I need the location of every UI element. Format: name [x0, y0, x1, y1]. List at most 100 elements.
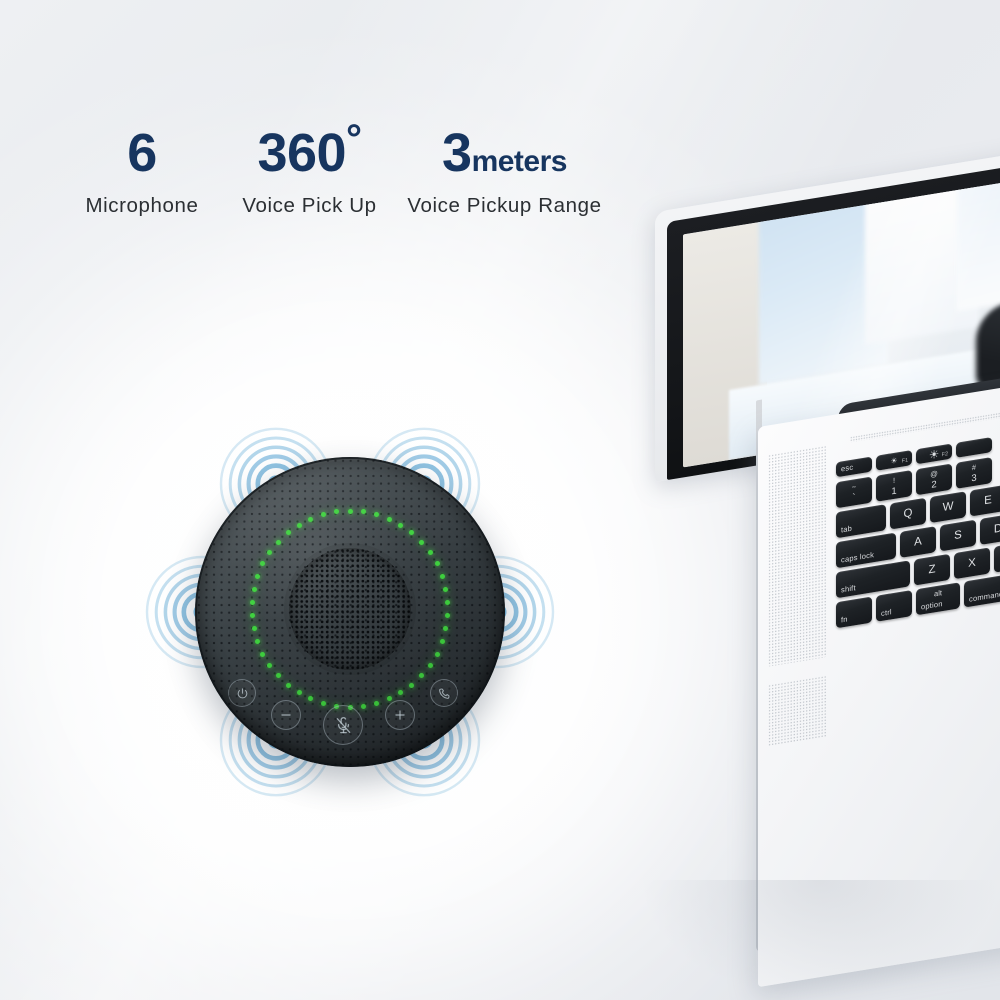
power-icon: [237, 687, 247, 698]
speakerphone-device[interactable]: [195, 457, 505, 767]
spec-label: Voice Pick Up: [242, 194, 377, 217]
key-[interactable]: ~ `: [836, 476, 872, 509]
key-legend: W: [942, 500, 954, 515]
led-dot: [373, 700, 379, 706]
spec-microphone-count: 6 Microphone: [62, 126, 222, 218]
led-dot: [398, 522, 404, 528]
key-w[interactable]: W: [930, 491, 966, 524]
led-dot: [439, 573, 445, 579]
led-dot: [409, 682, 415, 688]
led-dot: [260, 651, 266, 657]
key-d[interactable]: D: [980, 513, 1000, 545]
key-function-label: F1: [901, 457, 908, 465]
key-a[interactable]: A: [900, 526, 936, 558]
product-feature-image: 6 Microphone 360° Voice Pick Up 3meters …: [0, 0, 1000, 1000]
spec-number: 3: [442, 123, 472, 183]
led-dot: [275, 539, 281, 545]
led-dot: [445, 613, 451, 619]
key-legend: Z: [928, 563, 936, 577]
power-button[interactable]: [228, 679, 256, 707]
minus-icon: [281, 714, 291, 716]
key-1[interactable]: ! 1: [876, 469, 912, 502]
led-dot: [373, 512, 379, 518]
led-dot: [321, 700, 327, 706]
led-dot: [308, 516, 314, 522]
key-legend: S: [954, 528, 962, 543]
key-legend: D: [993, 522, 1000, 536]
device-body: [195, 457, 505, 767]
key-3[interactable]: #3: [956, 457, 992, 489]
led-dot: [321, 512, 327, 518]
led-dot: [255, 573, 261, 579]
led-dot: [308, 696, 314, 702]
key-e[interactable]: E: [970, 484, 1000, 517]
spec-unit: meters: [471, 145, 568, 178]
key-legend: option: [921, 599, 943, 612]
led-dot: [445, 599, 451, 605]
key-legend: ctrl: [881, 607, 892, 619]
key-z[interactable]: Z: [914, 553, 950, 586]
led-dot: [251, 626, 257, 632]
led-dot: [386, 696, 392, 702]
led-dot: [267, 549, 273, 555]
spec-value: 6: [62, 126, 222, 180]
led-dot: [443, 626, 449, 632]
key-legend: fn: [841, 614, 848, 625]
key-legend: shift: [841, 583, 856, 595]
key-command[interactable]: command: [964, 574, 1000, 608]
mic-muted-icon: [336, 716, 350, 733]
led-dot: [427, 549, 433, 555]
key-q[interactable]: Q: [890, 497, 926, 530]
led-dot: [267, 663, 273, 668]
led-dot: [285, 530, 291, 536]
led-dot: [439, 639, 445, 645]
led-dot: [386, 516, 392, 522]
led-dot: [409, 530, 415, 536]
led-dot: [249, 613, 255, 619]
volume-down-button[interactable]: [271, 700, 301, 730]
key-legend: X: [968, 556, 976, 570]
key-legend: command: [969, 589, 1000, 604]
spec-pickup-angle: 360° Voice Pick Up: [222, 119, 397, 218]
volume-up-button[interactable]: [385, 700, 415, 730]
led-dot: [427, 663, 433, 668]
laptop-speaker-grille-lower: [768, 675, 826, 747]
key-legend: E: [984, 494, 992, 508]
led-dot: [260, 561, 266, 567]
mute-microphone-button[interactable]: [323, 705, 363, 745]
key-legend: caps lock: [841, 550, 875, 565]
call-icon: [438, 687, 450, 699]
spec-value: 3meters: [397, 126, 612, 180]
led-dot: [285, 682, 291, 688]
spec-number: 6: [127, 123, 157, 183]
led-dot: [419, 539, 425, 545]
plus-icon: [395, 710, 405, 720]
led-dot: [275, 673, 281, 679]
led-dot: [255, 639, 261, 645]
call-answer-button[interactable]: [430, 679, 458, 707]
led-dot: [249, 599, 255, 605]
key-s[interactable]: S: [940, 519, 976, 552]
led-dot: [296, 690, 302, 696]
key-option[interactable]: alt option: [916, 582, 960, 616]
key-fn[interactable]: fn: [836, 596, 872, 629]
led-dot: [296, 522, 302, 528]
key-c[interactable]: C: [994, 540, 1000, 573]
led-dot: [251, 586, 257, 592]
key-tab[interactable]: tab: [836, 504, 886, 539]
key-x[interactable]: X: [954, 547, 990, 580]
spec-label: Voice Pickup Range: [407, 194, 602, 217]
key-function-label: F2: [941, 451, 948, 459]
spec-value: 360°: [222, 119, 397, 180]
led-dot: [347, 508, 353, 514]
key-2[interactable]: @2: [916, 463, 952, 496]
key-ctrl[interactable]: ctrl: [876, 589, 912, 622]
laptop-keyboard[interactable]: esc ☀ F1 ☀ F2 ~ `! 1 @2 #3 tab Q W Ecaps lock A S Dshift…: [836, 414, 1000, 743]
spec-highlights: 6 Microphone 360° Voice Pick Up 3meters …: [62, 119, 662, 218]
degree-symbol: °: [346, 117, 362, 161]
led-dot: [360, 509, 366, 515]
laptop: esc ☀ F1 ☀ F2 ~ `! 1 @2 #3 tab Q W Ecaps lock A S Dshift…: [640, 143, 1000, 988]
led-dot: [434, 651, 440, 657]
led-dot: [419, 673, 425, 679]
led-dot: [434, 561, 440, 567]
